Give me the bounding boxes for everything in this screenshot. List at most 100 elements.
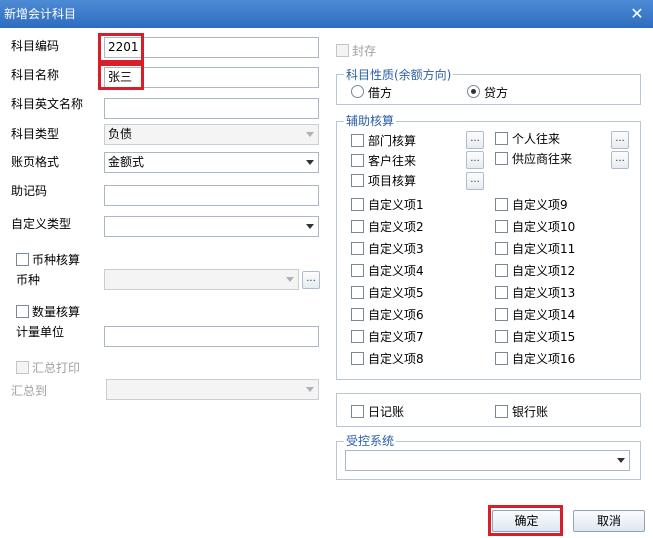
custom-item-checkbox[interactable] xyxy=(351,352,364,365)
aux-person-checkbox[interactable] xyxy=(495,132,508,145)
account-type-value: 负债 xyxy=(108,127,133,141)
new-account-dialog: 新增会计科目 ✕ 科目编码 2201 科目名称 张三 科目英文名称 科目类型 负… xyxy=(0,0,653,538)
custom-item-checkbox[interactable] xyxy=(495,264,508,277)
chevron-down-icon xyxy=(617,458,625,463)
seal-checkbox[interactable] xyxy=(336,44,349,57)
custom-item-label: 自定义项13 xyxy=(512,286,576,300)
custom-item-label: 自定义项14 xyxy=(512,308,576,322)
aux-person-browse-button[interactable]: ... xyxy=(611,131,629,149)
currency-accounting-label: 币种核算 xyxy=(32,253,81,267)
aux-supplier-browse-button[interactable]: ... xyxy=(611,151,629,169)
measurement-unit-label: 计量单位 xyxy=(16,325,65,339)
auxiliary-accounting-title: 辅助核算 xyxy=(344,114,397,128)
debit-label: 借方 xyxy=(368,86,393,100)
custom-item-label: 自定义项16 xyxy=(512,352,576,366)
custom-item-checkbox[interactable] xyxy=(495,352,508,365)
custom-item-checkbox[interactable] xyxy=(351,330,364,343)
custom-type-label: 自定义类型 xyxy=(11,217,72,231)
account-code-highlight xyxy=(98,33,144,63)
journal-label: 日记账 xyxy=(368,405,405,419)
custom-item-checkbox[interactable] xyxy=(351,286,364,299)
currency-browse-button[interactable]: ... xyxy=(302,271,320,289)
custom-item-checkbox[interactable] xyxy=(495,330,508,343)
chevron-down-icon xyxy=(286,277,294,282)
aux-customer-checkbox[interactable] xyxy=(351,154,364,167)
account-nature-title: 科目性质(余额方向) xyxy=(344,68,454,82)
custom-item-label: 自定义项1 xyxy=(368,198,424,212)
account-name-highlight xyxy=(98,63,144,90)
chevron-down-icon xyxy=(306,160,314,165)
measurement-unit-field[interactable] xyxy=(104,326,319,347)
summary-print-label: 汇总打印 xyxy=(32,361,81,375)
custom-item-label: 自定义项4 xyxy=(368,264,424,278)
aux-customer-label: 客户往来 xyxy=(368,154,417,168)
custom-item-checkbox[interactable] xyxy=(495,286,508,299)
custom-item-label: 自定义项7 xyxy=(368,330,424,344)
account-code-label: 科目编码 xyxy=(11,39,60,53)
credit-label: 贷方 xyxy=(484,86,509,100)
custom-item-checkbox[interactable] xyxy=(495,220,508,233)
custom-item-label: 自定义项15 xyxy=(512,330,576,344)
bank-ledger-label: 银行账 xyxy=(512,405,549,419)
custom-item-label: 自定义项6 xyxy=(368,308,424,322)
aux-department-label: 部门核算 xyxy=(368,134,417,148)
aux-project-browse-button[interactable]: ... xyxy=(466,172,484,190)
custom-item-label: 自定义项10 xyxy=(512,220,576,234)
currency-select[interactable] xyxy=(104,269,299,290)
custom-item-checkbox[interactable] xyxy=(351,220,364,233)
custom-item-label: 自定义项2 xyxy=(368,220,424,234)
custom-item-label: 自定义项5 xyxy=(368,286,424,300)
custom-item-checkbox[interactable] xyxy=(351,308,364,321)
custom-item-label: 自定义项8 xyxy=(368,352,424,366)
summary-to-select[interactable] xyxy=(106,379,319,400)
custom-item-checkbox[interactable] xyxy=(495,198,508,211)
custom-item-checkbox[interactable] xyxy=(351,264,364,277)
custom-item-label: 自定义项9 xyxy=(512,198,568,212)
ok-button-highlight xyxy=(488,505,563,536)
page-format-select[interactable]: 金额式 xyxy=(104,152,319,173)
currency-label: 币种 xyxy=(16,273,41,287)
controlled-system-select[interactable] xyxy=(345,450,630,471)
aux-customer-browse-button[interactable]: ... xyxy=(466,151,484,169)
summary-to-label: 汇总到 xyxy=(11,384,48,398)
quantity-accounting-label: 数量核算 xyxy=(32,305,81,319)
bank-ledger-checkbox[interactable] xyxy=(495,405,508,418)
aux-supplier-checkbox[interactable] xyxy=(495,152,508,165)
summary-print-checkbox[interactable] xyxy=(16,361,29,374)
aux-supplier-label: 供应商往来 xyxy=(512,152,573,166)
aux-department-checkbox[interactable] xyxy=(351,134,364,147)
account-english-name-field[interactable] xyxy=(104,98,319,119)
aux-person-label: 个人往来 xyxy=(512,132,561,146)
chevron-down-icon xyxy=(306,224,314,229)
mnemonic-label: 助记码 xyxy=(11,184,48,198)
currency-accounting-checkbox[interactable] xyxy=(16,253,29,266)
quantity-accounting-checkbox[interactable] xyxy=(16,305,29,318)
custom-item-checkbox[interactable] xyxy=(351,198,364,211)
page-format-value: 金额式 xyxy=(108,155,145,169)
chevron-down-icon xyxy=(306,387,314,392)
title-bar: 新增会计科目 ✕ xyxy=(0,0,653,28)
credit-radio[interactable] xyxy=(467,85,480,98)
aux-department-browse-button[interactable]: ... xyxy=(466,131,484,149)
custom-item-label: 自定义项12 xyxy=(512,264,576,278)
custom-item-label: 自定义项3 xyxy=(368,242,424,256)
seal-label: 封存 xyxy=(352,44,377,58)
journal-checkbox[interactable] xyxy=(351,405,364,418)
cancel-button[interactable]: 取消 xyxy=(573,510,645,532)
chevron-down-icon xyxy=(306,132,314,137)
custom-item-checkbox[interactable] xyxy=(495,308,508,321)
custom-type-select[interactable] xyxy=(104,216,319,237)
account-english-name-label: 科目英文名称 xyxy=(11,97,84,111)
close-icon[interactable]: ✕ xyxy=(629,0,645,28)
aux-project-label: 项目核算 xyxy=(368,174,417,188)
page-format-label: 账页格式 xyxy=(11,155,60,169)
account-type-select[interactable]: 负债 xyxy=(104,124,319,145)
debit-radio[interactable] xyxy=(351,85,364,98)
custom-item-checkbox[interactable] xyxy=(351,242,364,255)
aux-project-checkbox[interactable] xyxy=(351,174,364,187)
controlled-system-title: 受控系统 xyxy=(344,434,397,448)
custom-item-checkbox[interactable] xyxy=(495,242,508,255)
account-name-label: 科目名称 xyxy=(11,68,60,82)
mnemonic-field[interactable] xyxy=(104,185,319,206)
window-title: 新增会计科目 xyxy=(4,7,77,21)
